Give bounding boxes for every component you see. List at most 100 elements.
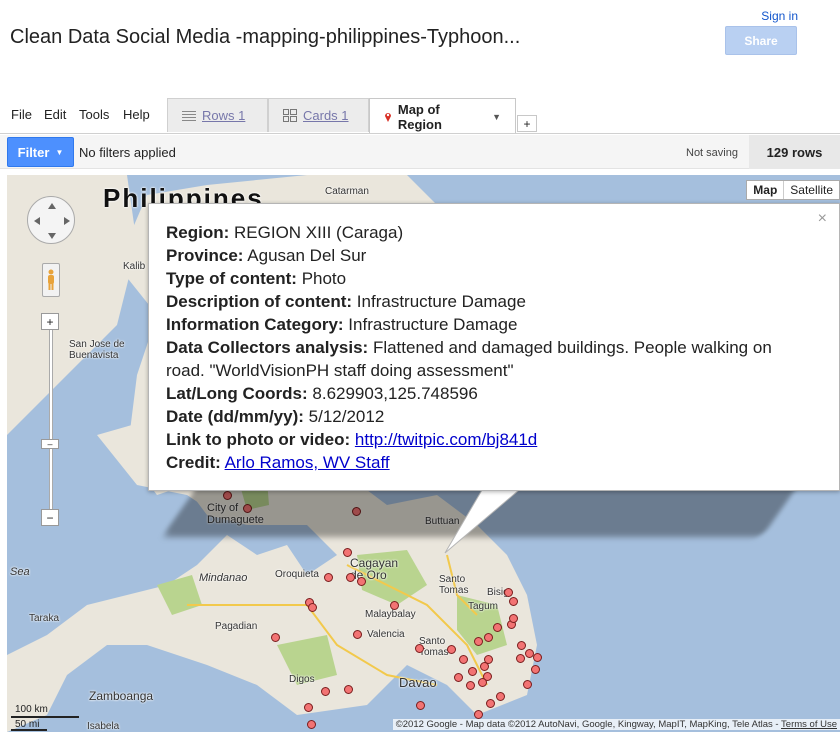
label-isabela: Isabela bbox=[87, 721, 120, 732]
street-view-pegman[interactable] bbox=[42, 263, 60, 297]
map-marker[interactable] bbox=[466, 681, 475, 690]
map-marker[interactable] bbox=[474, 710, 483, 719]
add-tab-button[interactable]: + bbox=[517, 115, 537, 132]
pegman-icon bbox=[48, 269, 54, 290]
pan-control[interactable] bbox=[27, 196, 75, 244]
map-marker[interactable] bbox=[344, 685, 353, 694]
map-marker[interactable] bbox=[308, 603, 317, 612]
info-field: Data Collectors analysis: Flattened and … bbox=[166, 336, 796, 382]
map-marker[interactable] bbox=[353, 630, 362, 639]
map-marker[interactable] bbox=[447, 645, 456, 654]
map-type-control: Map Satellite bbox=[746, 180, 840, 200]
label-pagadian: Pagadian bbox=[215, 621, 258, 632]
map-view[interactable]: Philippines Catarman Kalib San Jose de B… bbox=[7, 175, 840, 732]
info-field: Description of content: Infrastructure D… bbox=[166, 290, 796, 313]
pan-arrows-icon bbox=[34, 203, 70, 239]
filter-bar: Filter ▼ No filters applied Not saving 1… bbox=[0, 135, 840, 169]
label-oroquieta: Oroquieta bbox=[275, 569, 319, 580]
info-field-key: Lat/Long Coords: bbox=[166, 384, 308, 403]
filter-button[interactable]: Filter ▼ bbox=[7, 137, 74, 167]
scale-bar-km bbox=[11, 716, 79, 718]
scale-km: 100 km bbox=[15, 704, 48, 715]
menu-bar: File Edit Tools Help Rows 1 Cards 1 Map … bbox=[0, 98, 840, 134]
info-field: Link to photo or video: http://twitpic.c… bbox=[166, 428, 796, 451]
map-marker[interactable] bbox=[454, 673, 463, 682]
label-kalibo: Kalib bbox=[123, 261, 146, 272]
zoom-track[interactable] bbox=[49, 327, 53, 511]
map-marker[interactable] bbox=[496, 692, 505, 701]
info-field: Province: Agusan Del Sur bbox=[166, 244, 796, 267]
label-taraka: Taraka bbox=[29, 613, 60, 624]
map-marker[interactable] bbox=[516, 654, 525, 663]
map-marker[interactable] bbox=[484, 633, 493, 642]
info-field-key: Link to photo or video: bbox=[166, 430, 351, 449]
map-marker[interactable] bbox=[304, 703, 313, 712]
map-marker[interactable] bbox=[474, 637, 483, 646]
map-attribution: ©2012 Google - Map data ©2012 AutoNavi, … bbox=[392, 719, 840, 730]
info-field-value: Infrastructure Damage bbox=[348, 315, 518, 334]
label-maguindanao: Digos bbox=[289, 674, 315, 685]
info-field-key: Data Collectors analysis: bbox=[166, 338, 369, 357]
map-marker[interactable] bbox=[271, 633, 280, 642]
info-field-key: Date (dd/mm/yy): bbox=[166, 407, 304, 426]
credit-link[interactable]: Arlo Ramos, WV Staff bbox=[225, 453, 390, 472]
info-field-key: Description of content: bbox=[166, 292, 353, 311]
info-field: Credit: Arlo Ramos, WV Staff bbox=[166, 451, 796, 474]
info-field: Type of content: Photo bbox=[166, 267, 796, 290]
info-field-value: REGION XIII (Caraga) bbox=[234, 223, 404, 242]
fusion-tables-app: Clean Data Social Media -mapping-philipp… bbox=[0, 0, 840, 732]
label-valencia: Valencia bbox=[367, 629, 405, 640]
photo-link[interactable]: http://twitpic.com/bj841d bbox=[355, 430, 537, 449]
info-field-value: 8.629903,125.748596 bbox=[312, 384, 478, 403]
label-zamboanga: Zamboanga bbox=[89, 689, 154, 703]
map-marker[interactable] bbox=[459, 655, 468, 664]
tab-divider bbox=[0, 133, 840, 134]
zoom-out-button[interactable]: − bbox=[41, 509, 59, 526]
map-marker[interactable] bbox=[478, 678, 487, 687]
info-field: Information Category: Infrastructure Dam… bbox=[166, 313, 796, 336]
share-button[interactable]: Share bbox=[725, 26, 797, 55]
tab-map-of-region[interactable]: Map of Region ▼ bbox=[369, 98, 516, 134]
map-marker[interactable] bbox=[343, 548, 352, 557]
menu-edit[interactable]: Edit bbox=[44, 107, 66, 122]
terms-of-use-link[interactable]: Terms of Use bbox=[781, 719, 837, 730]
label-davao: Davao bbox=[399, 675, 437, 690]
tab-cards[interactable]: Cards 1 bbox=[268, 98, 369, 132]
zoom-in-button[interactable]: + bbox=[41, 313, 59, 330]
map-marker[interactable] bbox=[321, 687, 330, 696]
menu-help[interactable]: Help bbox=[123, 107, 150, 122]
map-marker[interactable] bbox=[486, 699, 495, 708]
menu-tools[interactable]: Tools bbox=[79, 107, 109, 122]
map-marker[interactable] bbox=[509, 597, 518, 606]
tab-rows[interactable]: Rows 1 bbox=[167, 98, 268, 132]
map-marker[interactable] bbox=[493, 623, 502, 632]
info-field-key: Type of content: bbox=[166, 269, 297, 288]
sign-in-link[interactable]: Sign in bbox=[761, 9, 798, 23]
map-type-map-button[interactable]: Map bbox=[747, 181, 785, 199]
map-marker[interactable] bbox=[346, 573, 355, 582]
attribution-text: ©2012 Google - Map data ©2012 AutoNavi, … bbox=[395, 719, 782, 730]
map-marker[interactable] bbox=[531, 665, 540, 674]
close-icon[interactable]: × bbox=[818, 210, 827, 228]
map-marker[interactable] bbox=[523, 680, 532, 689]
map-marker[interactable] bbox=[390, 601, 399, 610]
map-marker[interactable] bbox=[468, 667, 477, 676]
map-marker[interactable] bbox=[517, 641, 526, 650]
map-marker[interactable] bbox=[509, 614, 518, 623]
map-marker[interactable] bbox=[484, 655, 493, 664]
zoom-slider-thumb[interactable]: – bbox=[41, 439, 59, 449]
map-marker[interactable] bbox=[307, 720, 316, 729]
map-marker[interactable] bbox=[324, 573, 333, 582]
map-marker[interactable] bbox=[533, 653, 542, 662]
info-field: Region: REGION XIII (Caraga) bbox=[166, 221, 796, 244]
chevron-down-icon: ▼ bbox=[492, 111, 501, 122]
map-marker[interactable] bbox=[357, 577, 366, 586]
map-marker[interactable] bbox=[504, 588, 513, 597]
info-field-value: 5/12/2012 bbox=[308, 407, 385, 426]
info-field: Date (dd/mm/yy): 5/12/2012 bbox=[166, 405, 796, 428]
menu-file[interactable]: File bbox=[11, 107, 32, 122]
map-marker[interactable] bbox=[416, 701, 425, 710]
chevron-down-icon: ▼ bbox=[55, 147, 64, 157]
map-type-satellite-button[interactable]: Satellite bbox=[784, 181, 839, 199]
map-marker[interactable] bbox=[415, 644, 424, 653]
